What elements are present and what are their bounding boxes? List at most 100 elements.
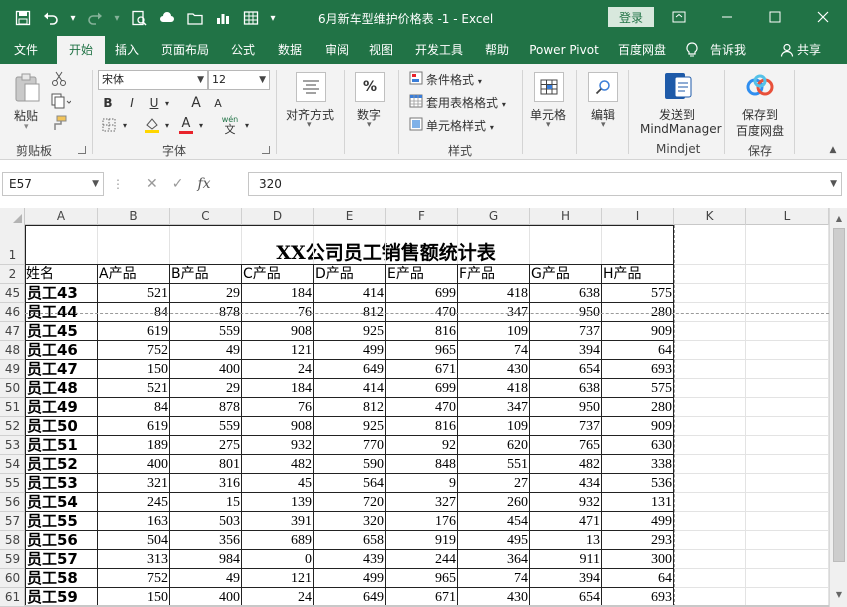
formula-input[interactable]: 320 ▼ — [248, 172, 842, 196]
row-header-56[interactable]: 56 — [0, 493, 25, 512]
sales-value-cell[interactable]: 575 — [602, 284, 674, 303]
sales-value-cell[interactable]: 693 — [602, 360, 674, 379]
tab-page-layout[interactable]: 页面布局 — [155, 36, 215, 64]
column-header-g[interactable]: G — [458, 208, 530, 225]
sales-value-cell[interactable]: 29 — [170, 379, 242, 398]
column-header-l[interactable]: L — [746, 208, 829, 225]
expand-formula-icon[interactable]: ▼ — [830, 173, 837, 195]
table-icon[interactable] — [240, 8, 262, 28]
font-color-dropdown-icon[interactable]: ▾ — [196, 116, 206, 134]
sales-value-cell[interactable]: 27 — [458, 474, 530, 493]
tab-view[interactable]: 视图 — [362, 36, 400, 64]
sales-value-cell[interactable]: 391 — [242, 512, 314, 531]
row-header-55[interactable]: 55 — [0, 474, 25, 493]
employee-name-cell[interactable]: 员工43 — [25, 284, 98, 303]
tab-developer[interactable]: 开发工具 — [408, 36, 470, 64]
phonetic-guide-icon[interactable]: wén 文 — [218, 114, 242, 136]
sales-value-cell[interactable]: 64 — [602, 569, 674, 588]
column-label-cell[interactable]: F产品 — [458, 265, 530, 284]
tab-baidu-netdisk[interactable]: 百度网盘 — [610, 36, 674, 64]
cell-style-icon[interactable] — [408, 116, 424, 132]
sales-value-cell[interactable]: 109 — [458, 417, 530, 436]
font-name-select[interactable]: 宋体 ▼ — [98, 70, 208, 90]
paste-dropdown-icon[interactable]: ▾ — [24, 122, 29, 132]
sales-value-cell[interactable]: 74 — [458, 341, 530, 360]
sales-value-cell[interactable]: 45 — [242, 474, 314, 493]
sales-value-cell[interactable]: 950 — [530, 398, 602, 417]
sales-value-cell[interactable]: 932 — [530, 493, 602, 512]
sales-value-cell[interactable]: 536 — [602, 474, 674, 493]
sales-value-cell[interactable]: 720 — [314, 493, 386, 512]
sales-value-cell[interactable]: 245 — [98, 493, 170, 512]
close-icon[interactable] — [799, 0, 847, 34]
sales-value-cell[interactable]: 414 — [314, 379, 386, 398]
undo-dropdown-icon[interactable]: ▾ — [68, 8, 78, 28]
sales-value-cell[interactable]: 84 — [98, 398, 170, 417]
share-button[interactable]: 共享 — [780, 36, 821, 64]
sales-value-cell[interactable]: 752 — [98, 569, 170, 588]
row-header-46[interactable]: 46 — [0, 303, 25, 322]
column-header-b[interactable]: B — [98, 208, 170, 225]
column-header-f[interactable]: F — [386, 208, 458, 225]
conditional-format-button[interactable]: 条件格式 ▾ — [426, 71, 482, 88]
sales-value-cell[interactable]: 121 — [242, 569, 314, 588]
maximize-icon[interactable] — [751, 0, 799, 34]
formula-bar-grip-icon[interactable]: ⋮ — [112, 174, 124, 194]
sales-value-cell[interactable]: 638 — [530, 379, 602, 398]
sales-value-cell[interactable]: 139 — [242, 493, 314, 512]
sales-value-cell[interactable]: 400 — [170, 360, 242, 379]
chart-icon[interactable] — [212, 8, 234, 28]
sales-value-cell[interactable]: 320 — [314, 512, 386, 531]
redo-dropdown-icon[interactable]: ▾ — [112, 8, 122, 28]
employee-name-cell[interactable]: 员工58 — [25, 569, 98, 588]
sales-value-cell[interactable]: 92 — [386, 436, 458, 455]
collapse-ribbon-icon[interactable]: ▲ — [826, 144, 840, 156]
sales-value-cell[interactable]: 909 — [602, 417, 674, 436]
cancel-icon[interactable]: ✕ — [146, 176, 158, 192]
scroll-thumb[interactable] — [833, 228, 845, 562]
cells-dropdown-icon[interactable]: ▾ — [546, 120, 551, 130]
sales-value-cell[interactable]: 280 — [602, 398, 674, 417]
sales-value-cell[interactable]: 300 — [602, 550, 674, 569]
sales-value-cell[interactable]: 499 — [314, 569, 386, 588]
sales-value-cell[interactable]: 504 — [98, 531, 170, 550]
sales-value-cell[interactable]: 131 — [602, 493, 674, 512]
sheet-title[interactable]: XX公司员工销售额统计表 — [98, 241, 674, 265]
fill-color-dropdown-icon[interactable]: ▾ — [162, 116, 172, 134]
sales-value-cell[interactable]: 470 — [386, 398, 458, 417]
sales-value-cell[interactable]: 439 — [314, 550, 386, 569]
column-header-i[interactable]: I — [602, 208, 674, 225]
italic-button[interactable]: I — [124, 94, 140, 112]
sales-value-cell[interactable]: 0 — [242, 550, 314, 569]
sales-value-cell[interactable]: 816 — [386, 417, 458, 436]
mindmanager-icon[interactable] — [662, 70, 694, 102]
sales-value-cell[interactable]: 503 — [170, 512, 242, 531]
sales-value-cell[interactable]: 699 — [386, 284, 458, 303]
sales-value-cell[interactable]: 919 — [386, 531, 458, 550]
name-box[interactable]: E57 ▼ — [2, 172, 104, 196]
tab-review[interactable]: 审阅 — [318, 36, 356, 64]
sales-value-cell[interactable]: 499 — [602, 512, 674, 531]
sales-value-cell[interactable]: 364 — [458, 550, 530, 569]
sales-value-cell[interactable]: 689 — [242, 531, 314, 550]
sales-value-cell[interactable]: 590 — [314, 455, 386, 474]
sales-value-cell[interactable]: 15 — [170, 493, 242, 512]
sales-value-cell[interactable]: 321 — [98, 474, 170, 493]
employee-name-cell[interactable]: 员工56 — [25, 531, 98, 550]
sales-value-cell[interactable]: 654 — [530, 360, 602, 379]
sales-value-cell[interactable]: 189 — [98, 436, 170, 455]
tab-file[interactable]: 文件 — [0, 36, 52, 64]
column-label-cell[interactable]: C产品 — [242, 265, 314, 284]
sales-value-cell[interactable]: 176 — [386, 512, 458, 531]
sales-value-cell[interactable]: 394 — [530, 569, 602, 588]
sales-value-cell[interactable]: 293 — [602, 531, 674, 550]
row-header-45[interactable]: 45 — [0, 284, 25, 303]
sales-value-cell[interactable]: 630 — [602, 436, 674, 455]
row-header-48[interactable]: 48 — [0, 341, 25, 360]
sales-value-cell[interactable]: 74 — [458, 569, 530, 588]
tab-help[interactable]: 帮助 — [478, 36, 516, 64]
sales-value-cell[interactable]: 29 — [170, 284, 242, 303]
redo-icon[interactable] — [84, 8, 106, 28]
row-header-47[interactable]: 47 — [0, 322, 25, 341]
conditional-format-icon[interactable] — [408, 70, 424, 86]
